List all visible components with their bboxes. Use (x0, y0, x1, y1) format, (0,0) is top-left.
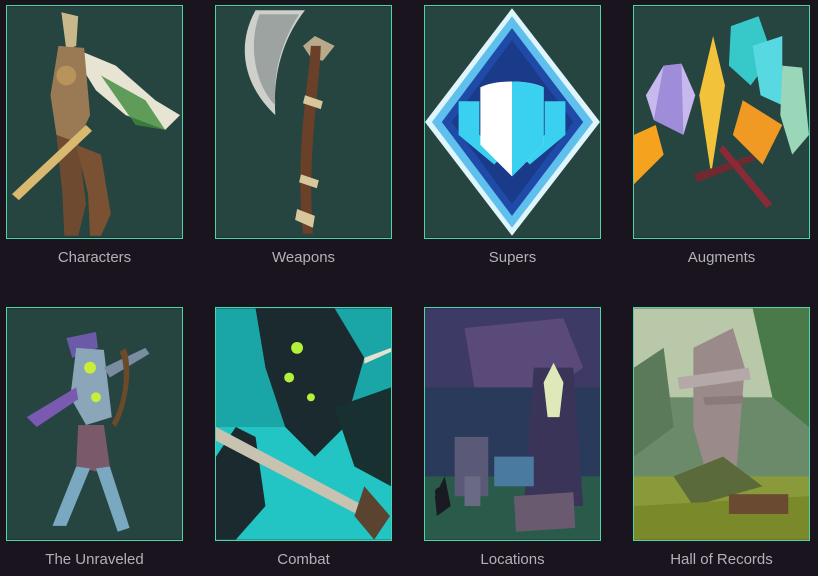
hall-records-art (634, 308, 809, 540)
crest-emblem-icon (425, 6, 600, 238)
card-label-hall-of-records: Hall of Records (670, 551, 773, 568)
card-the-unraveled[interactable] (6, 307, 183, 541)
card-label-supers: Supers (488, 249, 537, 266)
card-label-locations: Locations (480, 551, 545, 568)
card-label-characters: Characters (57, 249, 132, 266)
character-hero-art (7, 6, 182, 238)
ruins-location-art (425, 308, 600, 540)
card-label-augments: Augments (687, 249, 756, 266)
combat-scene-art (216, 308, 391, 540)
card-weapons[interactable] (215, 5, 392, 239)
card-label-weapons: Weapons (271, 249, 336, 266)
card-label-combat: Combat (277, 551, 330, 568)
card-augments[interactable] (633, 5, 810, 239)
card-locations[interactable] (424, 307, 601, 541)
axe-weapon-art (216, 6, 391, 238)
card-label-the-unraveled: The Unraveled (45, 551, 144, 568)
card-combat[interactable] (215, 307, 392, 541)
card-hall-of-records[interactable] (633, 307, 810, 541)
card-characters[interactable] (6, 5, 183, 239)
crystal-shards-art (634, 6, 809, 238)
card-supers[interactable] (424, 5, 601, 239)
codex-grid: Characters Weapons Supers Augments The U… (0, 0, 818, 576)
unraveled-warrior-art (7, 308, 182, 540)
